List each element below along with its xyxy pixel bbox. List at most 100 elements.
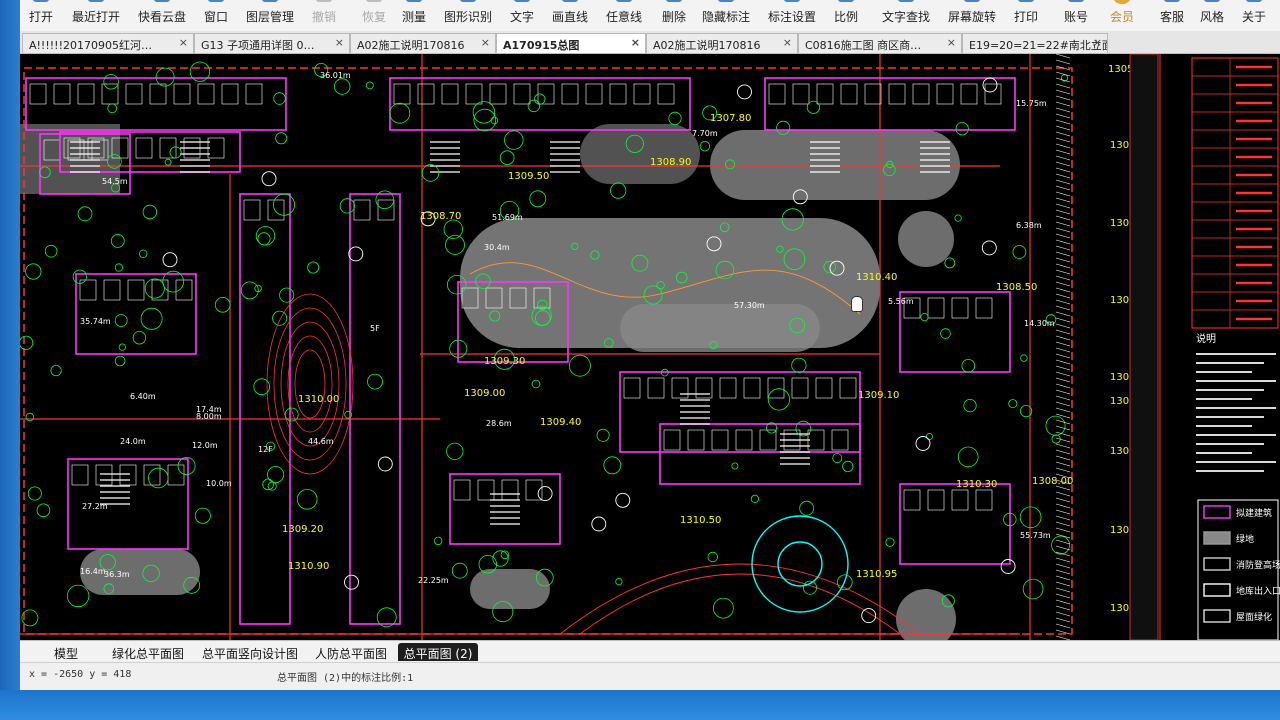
toolbar-button-text[interactable]: 文字 [510,0,534,31]
tree-symbol [499,150,515,165]
dimension-label: 51.69m [492,213,523,222]
window-icon [208,0,224,2]
toolbar-button-shape-recognize[interactable]: 图形识别 [444,0,492,31]
edge-hatch [1055,563,1071,569]
toolbar-button-label: 最近打开 [72,10,121,24]
edge-hatch [1055,125,1071,131]
tree-symbol [842,460,854,472]
doc-tab[interactable]: E19=20=21=22#南北立面 × [962,33,1108,53]
drawing-canvas[interactable]: 1305.291305.761306.231306.691307.161307.… [20,54,1280,640]
edge-hatch [1055,341,1071,347]
toolbar-button-line[interactable]: 画直线 [552,0,588,31]
toolbar-button-delete[interactable]: 删除 [662,0,686,31]
close-icon[interactable]: × [179,36,188,49]
tree-symbol [885,537,895,547]
recent-icon [88,0,104,2]
doc-tab[interactable]: A!!!!!!20170905红河… × [22,33,194,53]
toolbar-button-folder-open[interactable]: 打开 [29,0,53,31]
toolbar-button-hide-annotation[interactable]: 隐藏标注 [702,0,750,31]
tree-symbol [267,481,277,491]
building-unit [501,479,519,501]
tree-symbol [107,103,118,114]
toolbar-button-support[interactable]: 客服 [1160,0,1184,31]
building-unit [101,83,119,105]
tree-symbol [44,244,58,258]
toolbar-button-scale[interactable]: 比例 [834,0,858,31]
tree-symbol [257,232,271,246]
tree-symbol [144,278,165,299]
tree-symbol [963,398,977,413]
building-unit [489,83,507,105]
tree-symbol [799,500,815,516]
edge-hatch [1055,581,1071,587]
edge-hatch [1055,467,1071,473]
doc-tab[interactable]: G13 子项通用详图 0… × [194,33,350,53]
toolbar-button-label: 账号 [1064,10,1089,24]
layout-tab[interactable]: 人防总平面图 [304,643,398,661]
toolbar-button-redo[interactable]: 恢复 [362,0,386,31]
layout-tab[interactable]: 绿化总平面图 [100,643,196,661]
toolbar-button-text-search[interactable]: 文字查找 [882,0,930,31]
close-icon[interactable]: × [783,36,792,49]
building-unit [149,83,167,105]
elevation-label: 1310.00 [298,394,339,405]
close-icon[interactable]: × [481,36,490,49]
tree-symbol [296,488,318,510]
close-icon[interactable]: × [1093,36,1102,49]
toolbar-button-cloud[interactable]: 快看云盘 [138,0,186,31]
toolbar-button-annotation-settings[interactable]: 标注设置 [768,0,816,31]
toolbar-button-recent[interactable]: 最近打开 [72,0,120,31]
doc-tab[interactable]: A02施工说明170816 × [646,33,798,53]
doc-tab[interactable]: A02施工说明170816 × [350,33,496,53]
edge-hatch [1055,221,1071,227]
toolbar-button-window[interactable]: 窗口 [204,0,228,31]
toolbar-button-rotate[interactable]: 屏幕旋转 [948,0,996,31]
doc-tab[interactable]: A170915总图 × [496,33,646,53]
toolbar-button-freehand[interactable]: 任意线 [606,0,642,31]
close-icon[interactable]: × [631,36,640,49]
edge-hatch [1055,377,1071,383]
building-unit [663,429,681,451]
tree-symbol [20,335,34,350]
tree-symbol [940,328,951,339]
toolbar-button-undo[interactable]: 撤销 [312,0,336,31]
toolbar-button-label: 文字查找 [882,10,931,24]
doc-tab[interactable]: C0816施工图 商区商… × [798,33,962,53]
toolbar-button-vip-crown[interactable]: 会员 [1110,0,1134,31]
vip-crown-icon [1113,0,1131,4]
edge-hatch [1055,287,1071,293]
building-unit [807,429,825,451]
edge-hatch [1055,335,1071,341]
tree-symbol [114,314,128,327]
site-plan-drawing: 1305.291305.761306.231306.691307.161307.… [20,54,1280,640]
tree-symbol [177,456,196,475]
tree-symbol [750,494,760,503]
toolbar-button-ruler[interactable]: 测量 [402,0,426,31]
tree-symbol [490,116,499,125]
layout-tab[interactable]: 总平面竖向设计图 [196,643,304,661]
toolbar-button-label: 画直线 [552,10,589,24]
toolbar-button-label: 测量 [402,10,427,24]
toolbar-button-print[interactable]: 打印 [1014,0,1038,31]
toolbar-button-layers[interactable]: 图层管理 [246,0,294,31]
layout-tab[interactable]: 总平面图 (2) [398,643,478,661]
edge-hatch [1055,533,1071,539]
close-icon[interactable]: × [335,36,344,49]
building-unit [95,464,113,486]
tree-symbol [944,257,956,269]
close-icon[interactable]: × [947,36,956,49]
dimension-label: 28.6m [486,419,512,428]
tree-symbol [473,108,497,132]
layout-tab[interactable]: 模型 [32,643,100,661]
toolbar-button-about[interactable]: 关于 [1242,0,1266,31]
building-unit [167,464,185,486]
legend-swatch [1203,531,1231,545]
edge-hatch [1055,359,1071,365]
building-unit [465,83,483,105]
building-unit [377,199,395,221]
tree-symbol [267,466,285,484]
toolbar-button-style[interactable]: 风格 [1200,0,1224,31]
tree-symbol [66,584,90,608]
toolbar-button-account[interactable]: 账号 [1064,0,1088,31]
edge-hatch [1055,95,1071,101]
